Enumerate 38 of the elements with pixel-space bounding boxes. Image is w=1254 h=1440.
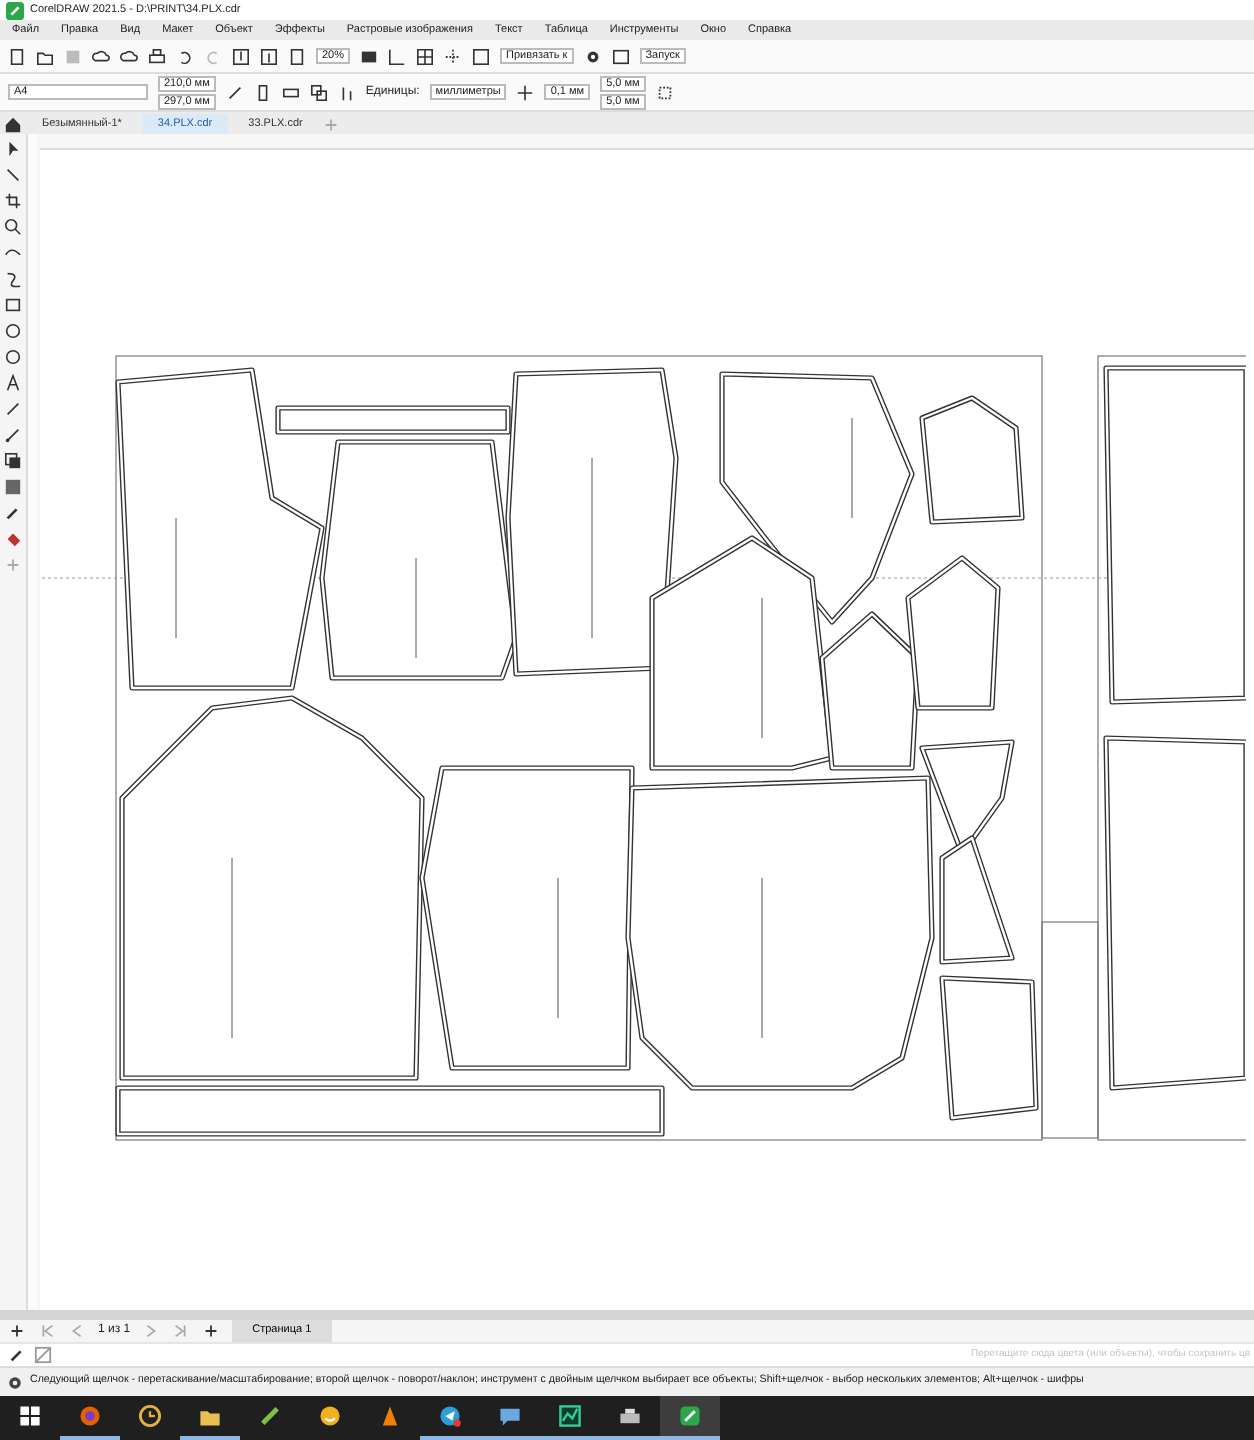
smiley-icon[interactable] [318,1404,342,1428]
portrait-icon[interactable] [253,83,272,101]
rectangle-icon[interactable] [4,296,22,314]
add-page-icon[interactable] [202,1322,221,1340]
settings-icon[interactable] [583,47,602,65]
undo-icon[interactable] [176,47,194,65]
folder-icon[interactable] [36,47,54,65]
windows-icon[interactable] [18,1404,42,1428]
grid-icon[interactable] [416,47,435,65]
pages-icon[interactable] [309,83,328,101]
paper-plane-icon[interactable] [438,1404,462,1428]
chart-window-icon[interactable] [558,1404,582,1428]
crop-tool-icon[interactable] [4,192,22,210]
line-icon[interactable] [4,400,22,418]
guides-icon[interactable] [444,47,463,65]
shadow-icon[interactable] [4,452,22,470]
new-document-icon[interactable] [8,47,26,65]
clock-icon[interactable] [138,1404,162,1428]
ellipse-icon[interactable] [4,322,22,340]
zoom-icon[interactable] [4,218,22,236]
printer-icon[interactable] [618,1404,642,1428]
pointer-icon[interactable] [4,140,22,158]
no-color-swatch-icon[interactable] [34,1346,52,1364]
chat-icon[interactable] [498,1404,522,1428]
window-icon[interactable] [611,47,630,65]
connector-icon[interactable] [4,426,22,444]
settings-icon [6,1373,24,1391]
rulers-icon[interactable] [388,47,407,65]
curve-icon[interactable] [4,270,22,288]
bars-icon[interactable] [337,83,356,101]
horizontal-scrollbar[interactable] [0,1310,1254,1320]
text-tool-icon[interactable] [4,374,22,392]
add-page-icon[interactable] [8,1322,26,1340]
app-logo-icon[interactable] [678,1404,702,1428]
landscape-icon[interactable] [281,83,300,101]
browser-icon[interactable] [78,1404,102,1428]
print-icon[interactable] [148,47,166,65]
traffic-cone-icon[interactable] [378,1404,402,1428]
